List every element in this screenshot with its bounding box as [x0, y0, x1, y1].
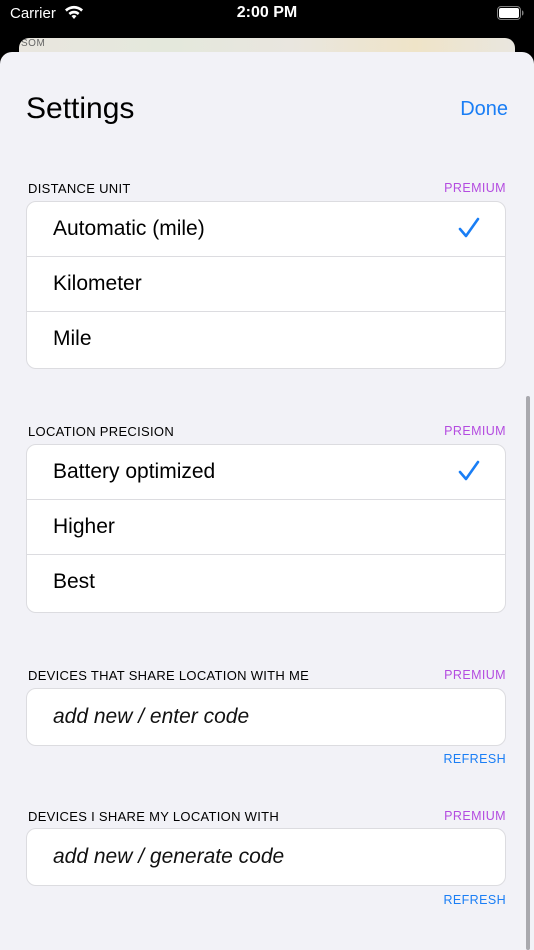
- location-precision-label: LOCATION PRECISION: [28, 424, 175, 439]
- option-higher[interactable]: Higher: [27, 500, 505, 555]
- i-share-with-premium-badge: PREMIUM: [444, 809, 506, 823]
- enter-code-input[interactable]: [27, 689, 505, 745]
- option-best[interactable]: Best: [27, 555, 505, 610]
- map-label: SOM: [21, 38, 46, 49]
- option-label: Higher: [53, 515, 115, 538]
- option-label: Kilometer: [53, 272, 142, 295]
- location-precision-group: Battery optimized Higher Best: [26, 444, 506, 613]
- checkmark-icon: [458, 460, 480, 481]
- shared-with-me-group: [26, 688, 506, 746]
- option-label: Mile: [53, 327, 92, 350]
- page-title: Settings: [26, 92, 135, 125]
- battery-icon: [497, 6, 524, 20]
- distance-unit-label: DISTANCE UNIT: [28, 181, 131, 196]
- option-label: Best: [53, 570, 96, 593]
- location-precision-premium-badge: PREMIUM: [444, 424, 506, 438]
- distance-unit-group: Automatic (mile) Kilometer Mile: [26, 201, 506, 369]
- option-battery-optimized[interactable]: Battery optimized: [27, 445, 505, 500]
- refresh-i-share-with-button[interactable]: REFRESH: [443, 893, 506, 907]
- option-label: Battery optimized: [53, 460, 216, 483]
- enter-code-row: [27, 689, 505, 745]
- refresh-shared-with-me-button[interactable]: REFRESH: [443, 752, 506, 766]
- option-automatic-mile[interactable]: Automatic (mile): [27, 202, 505, 257]
- scrollbar[interactable]: [526, 396, 530, 950]
- option-kilometer[interactable]: Kilometer: [27, 257, 505, 312]
- generate-code-row: [27, 829, 505, 885]
- shared-with-me-label: DEVICES THAT SHARE LOCATION WITH ME: [28, 668, 310, 683]
- shared-with-me-premium-badge: PREMIUM: [444, 668, 506, 682]
- generate-code-input[interactable]: [27, 829, 505, 885]
- i-share-with-group: [26, 828, 506, 886]
- checkmark-icon: [458, 217, 480, 238]
- settings-sheet: Settings Done DISTANCE UNIT PREMIUM Auto…: [0, 52, 534, 950]
- distance-unit-premium-badge: PREMIUM: [444, 181, 506, 195]
- done-button[interactable]: Done: [460, 98, 508, 121]
- option-label: Automatic (mile): [53, 217, 205, 240]
- status-bar: Carrier 2:00 PM: [0, 0, 534, 30]
- i-share-with-label: DEVICES I SHARE MY LOCATION WITH: [28, 809, 280, 824]
- option-mile[interactable]: Mile: [27, 312, 505, 367]
- clock: 2:00 PM: [236, 4, 298, 21]
